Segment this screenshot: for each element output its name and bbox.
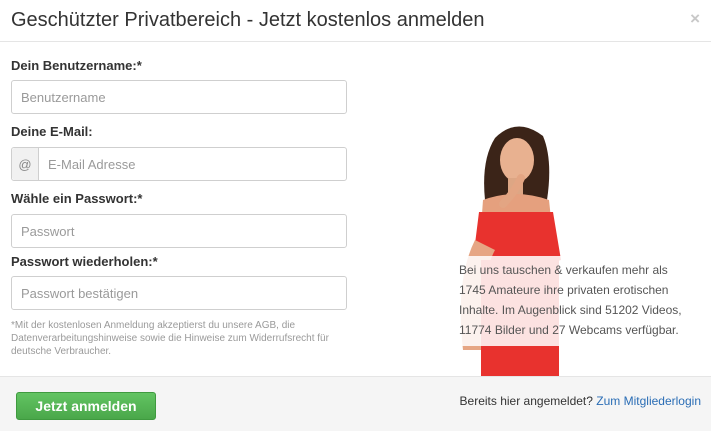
password-repeat-input[interactable] [12,277,346,309]
image-count: 11774 [459,323,492,337]
username-field-wrapper [11,80,347,114]
member-login-link[interactable]: Zum Mitgliederlogin [596,394,701,408]
terms-disclaimer: *Mit der kostenlosen Anmeldung akzeptier… [11,320,329,357]
email-field-wrapper: @ [11,147,347,181]
promo-text-part: Bilder und [491,323,553,337]
video-count: 51202 [605,303,639,317]
promo-text-part: Bei uns tauschen & verkaufen mehr als [459,263,668,277]
email-input[interactable] [39,148,346,180]
already-registered-text: Bereits hier angemeldet? [459,394,593,408]
dialog-header: Geschützter Privatbereich - Jetzt kosten… [0,0,711,42]
promo-text: Bei uns tauschen & verkaufen mehr als 17… [451,256,701,346]
password-field-wrapper [11,214,347,248]
amateur-count: 1745 [459,283,486,297]
at-sign-icon: @ [12,148,39,180]
password-repeat-field-wrapper [11,276,347,310]
close-icon[interactable]: × [690,10,700,27]
dialog-title: Geschützter Privatbereich - Jetzt kosten… [11,9,485,31]
username-label: Dein Benutzername:* [11,58,142,73]
login-prompt: Bereits hier angemeldet? Zum Mitgliederl… [460,394,701,408]
promo-text-part: Webcams verfügbar. [565,323,679,337]
dialog-footer: Jetzt anmelden Bereits hier angemeldet? … [0,376,711,431]
username-input[interactable] [12,81,346,113]
email-label: Deine E-Mail: [11,124,93,139]
promo-text-part: Videos, [638,303,682,317]
password-input[interactable] [12,215,346,247]
registration-dialog: Geschützter Privatbereich - Jetzt kosten… [0,0,711,431]
password-label: Wähle ein Passwort:* [11,191,143,206]
register-button[interactable]: Jetzt anmelden [16,392,156,420]
webcam-count: 27 [552,323,566,337]
password-repeat-label: Passwort wiederholen:* [11,254,158,269]
